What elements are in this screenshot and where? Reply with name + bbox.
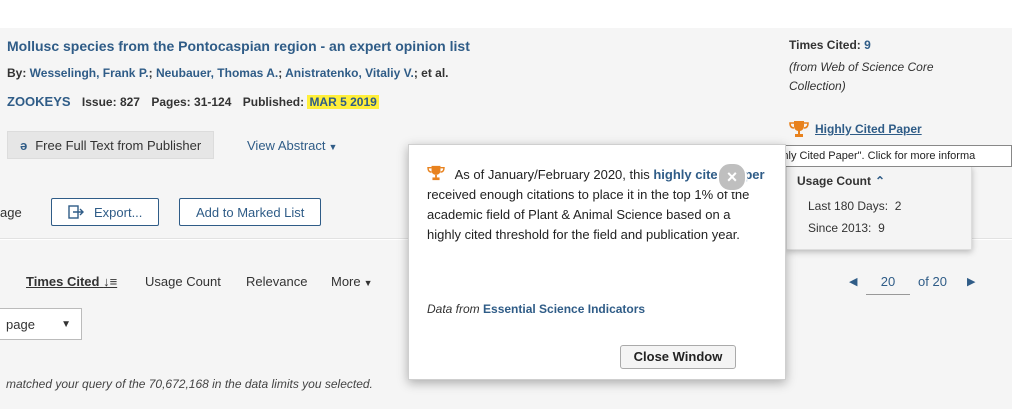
view-abstract-link[interactable]: View Abstract ▼ [247, 138, 337, 153]
pages-value: 31-124 [194, 95, 232, 109]
essential-science-indicators-link[interactable]: Essential Science Indicators [483, 302, 645, 316]
usage-since-2013: Since 2013: 9 [808, 221, 885, 235]
journal-name[interactable]: ZOOKEYS [7, 94, 71, 109]
free-full-text-button[interactable]: ə Free Full Text from Publisher [7, 131, 215, 159]
caret-down-icon: ▼ [61, 318, 71, 330]
popup-message: As of January/February 2020, this highly… [427, 165, 767, 245]
usage-last-180: Last 180 Days: 2 [808, 199, 901, 213]
times-cited-source: (from Web of Science Core Collection) [789, 60, 934, 93]
page-number-input[interactable]: 20 [866, 270, 910, 295]
author-link[interactable]: Neubauer, Thomas A. [156, 66, 278, 80]
by-label: By: [7, 66, 30, 80]
chevron-up-icon: ⌃ [875, 174, 886, 188]
highly-cited-paper-popup-link[interactable]: highly cited paper [653, 167, 764, 182]
highly-cited-paper-label: Highly Cited Paper [815, 122, 922, 136]
add-to-marked-list-label: Add to Marked List [196, 204, 305, 220]
author-link[interactable]: Wesselingh, Frank P. [30, 66, 149, 80]
popup-text-after: received enough citations to place it in… [427, 187, 750, 242]
sort-more-label: More [331, 274, 361, 289]
trophy-icon [789, 121, 809, 137]
results-summary: matched your query of the 70,672,168 in … [6, 377, 373, 391]
previous-page-icon[interactable]: ◀ [849, 275, 857, 288]
close-window-button[interactable]: Close Window [620, 345, 736, 369]
usage-count-title: Usage Count [797, 174, 872, 188]
per-page-select[interactable]: page ▼ [0, 308, 82, 340]
et-al: ; et al. [413, 66, 449, 80]
per-page-fragment: age [0, 205, 22, 220]
free-full-text-label: Free Full Text from Publisher [35, 137, 202, 153]
export-icon [68, 205, 84, 219]
sort-relevance[interactable]: Relevance [246, 274, 307, 289]
times-cited-number[interactable]: 9 [864, 38, 871, 52]
published-date: MAR 5 2019 [307, 95, 379, 109]
per-page-value: page [6, 316, 35, 332]
author-separator: ; [148, 66, 156, 80]
record-title[interactable]: Mollusc species from the Pontocaspian re… [7, 38, 470, 54]
source-line: ZOOKEYS Issue: 827 Pages: 31-124 Publish… [7, 94, 379, 109]
data-from-label: Data from [427, 302, 484, 316]
usage-since-label: Since 2013: [808, 221, 872, 235]
popup-text-before: As of January/February 2020, this [454, 167, 654, 182]
caret-down-icon: ▼ [363, 278, 373, 288]
pages-label: Pages: [151, 95, 191, 109]
highly-cited-paper-link[interactable]: Highly Cited Paper [789, 120, 922, 138]
issue-value: 827 [119, 95, 140, 109]
popup-data-source: Data from Essential Science Indicators [427, 302, 645, 316]
page-of-label: of [918, 274, 929, 289]
add-to-marked-list-button[interactable]: Add to Marked List [179, 198, 322, 226]
usage-since-value: 9 [878, 221, 885, 235]
published-label: Published: [242, 95, 305, 109]
sort-times-cited[interactable]: Times Cited ↓≡ [26, 274, 117, 289]
usage-count-toggle[interactable]: Usage Count ⌃ [797, 174, 885, 188]
close-icon[interactable]: × [717, 162, 747, 192]
usage-last-180-value: 2 [894, 199, 902, 213]
usage-last-180-label: Last 180 Days: [808, 199, 889, 213]
times-cited-count: Times Cited: 9 [789, 38, 871, 52]
sort-descending-icon: ↓≡ [103, 274, 118, 289]
sort-usage-count[interactable]: Usage Count [145, 274, 221, 289]
page-total: of 20 [918, 274, 947, 289]
sort-times-cited-label: Times Cited [26, 274, 100, 289]
times-cited-label: Times Cited: [789, 38, 861, 52]
next-page-icon[interactable]: ▶ [967, 275, 975, 288]
export-label: Export... [94, 204, 143, 220]
author-link[interactable]: Anistratenko, Vitaliy V. [285, 66, 414, 80]
trophy-icon [427, 165, 449, 182]
page-total-value: 20 [932, 274, 947, 289]
issue-label: Issue: [81, 95, 117, 109]
unlock-icon: ə [20, 137, 28, 153]
view-abstract-label: View Abstract [247, 138, 326, 153]
authors-line: By: Wesselingh, Frank P.; Neubauer, Thom… [7, 66, 449, 80]
caret-down-icon: ▼ [328, 142, 338, 152]
sort-more-menu[interactable]: More ▼ [331, 274, 373, 289]
export-button[interactable]: Export... [51, 198, 160, 226]
